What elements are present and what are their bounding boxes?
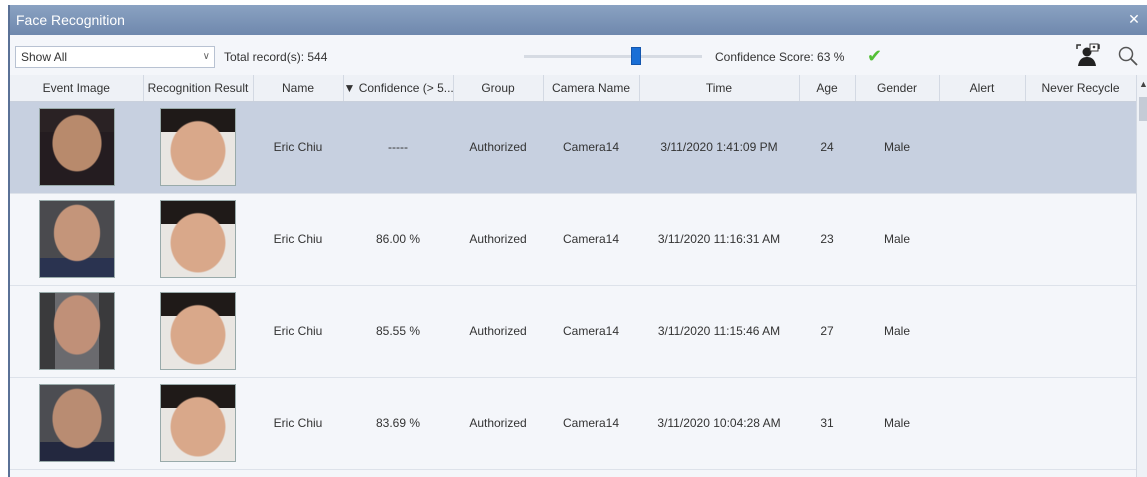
cell-group: Authorized [453,285,543,378]
cell-camera: Camera14 [543,101,639,194]
confidence-slider[interactable] [524,47,702,65]
recognition-result-image[interactable] [160,108,236,186]
cell-confidence: 85.55 % [343,285,453,378]
filter-dropdown-value: Show All [21,50,68,64]
table-row[interactable]: Eric Chiu 83.69 % Authorized Camera14 3/… [10,377,1136,470]
event-image[interactable] [38,292,115,370]
column-header-time[interactable]: Time [639,75,800,102]
confidence-score-label: Confidence Score: 63 % [715,50,845,64]
scroll-up-icon[interactable]: ▲ [1139,79,1147,89]
cell-never-recycle [1025,101,1136,194]
window-title: Face Recognition [16,12,125,28]
cell-age: 24 [799,101,855,194]
cell-gender: Male [855,193,939,286]
cell-time: 3/11/2020 10:04:28 AM [639,377,799,470]
cell-confidence: 83.69 % [343,377,453,470]
cell-camera: Camera14 [543,285,639,378]
total-records-label: Total record(s): 544 [224,50,328,64]
event-image[interactable] [38,108,115,186]
cell-camera: Camera14 [543,377,639,470]
column-header-recognition-result[interactable]: Recognition Result [143,75,254,102]
column-header-gender[interactable]: Gender [855,75,940,102]
face-recognition-window: Face Recognition ✕ Show All ∨ Total reco… [8,5,1147,477]
event-image[interactable] [38,200,115,278]
cell-name: Eric Chiu [253,285,343,378]
column-header-confidence[interactable]: ▼ Confidence (> 5... [343,75,454,102]
cell-never-recycle [1025,285,1136,378]
cell-group: Authorized [453,101,543,194]
cell-age: 23 [799,193,855,286]
confidence-slider-thumb[interactable] [631,47,642,65]
cell-group: Authorized [453,193,543,286]
cell-confidence: 86.00 % [343,193,453,286]
cell-gender: Male [855,285,939,378]
vertical-scrollbar[interactable]: ▲ [1136,75,1147,477]
cell-time: 3/11/2020 11:16:31 AM [639,193,799,286]
column-header-never-recycle[interactable]: Never Recycle [1025,75,1137,102]
cell-camera: Camera14 [543,193,639,286]
column-header-name[interactable]: Name [253,75,344,102]
cell-age: 27 [799,285,855,378]
table-row[interactable]: Eric Chiu 85.55 % Authorized Camera14 3/… [10,285,1136,378]
cell-never-recycle [1025,193,1136,286]
event-image[interactable] [38,384,115,462]
cell-group: Authorized [453,377,543,470]
cell-gender: Male [855,101,939,194]
cell-alert [939,377,1025,470]
recognition-result-image[interactable] [160,200,236,278]
cell-name: Eric Chiu [253,101,343,194]
close-icon[interactable]: ✕ [1125,10,1143,28]
scrollbar-thumb[interactable] [1139,97,1147,121]
column-header-group[interactable]: Group [453,75,544,102]
cell-alert [939,285,1025,378]
cell-confidence: ----- [343,101,453,194]
cell-name: Eric Chiu [253,377,343,470]
column-header-age[interactable]: Age [799,75,856,102]
filter-dropdown[interactable]: Show All ∨ [15,46,215,68]
chevron-down-icon: ∨ [202,51,210,62]
column-header-event-image[interactable]: Event Image [10,75,144,102]
search-icon[interactable] [1117,45,1139,67]
cell-alert [939,193,1025,286]
cell-time: 3/11/2020 11:15:46 AM [639,285,799,378]
checkmark-icon[interactable]: ✔ [867,46,882,67]
cell-age: 31 [799,377,855,470]
recognition-result-image[interactable] [160,292,236,370]
recognition-result-image[interactable] [160,384,236,462]
cell-time: 3/11/2020 1:41:09 PM [639,101,799,194]
face-settings-icon[interactable] [1075,43,1101,67]
table-header-row: Event Image Recognition Result Name ▼ Co… [10,75,1137,102]
column-header-alert[interactable]: Alert [939,75,1026,102]
cell-gender: Male [855,377,939,470]
table-row[interactable]: Eric Chiu ----- Authorized Camera14 3/11… [10,101,1136,194]
recognition-table: Event Image Recognition Result Name ▼ Co… [10,75,1137,470]
table-row[interactable]: Eric Chiu 86.00 % Authorized Camera14 3/… [10,193,1136,286]
toolbar: Show All ∨ Total record(s): 544 Confiden… [10,35,1147,75]
cell-alert [939,101,1025,194]
column-header-camera-name[interactable]: Camera Name [543,75,640,102]
window-titlebar: Face Recognition ✕ [10,5,1147,35]
cell-never-recycle [1025,377,1136,470]
cell-name: Eric Chiu [253,193,343,286]
